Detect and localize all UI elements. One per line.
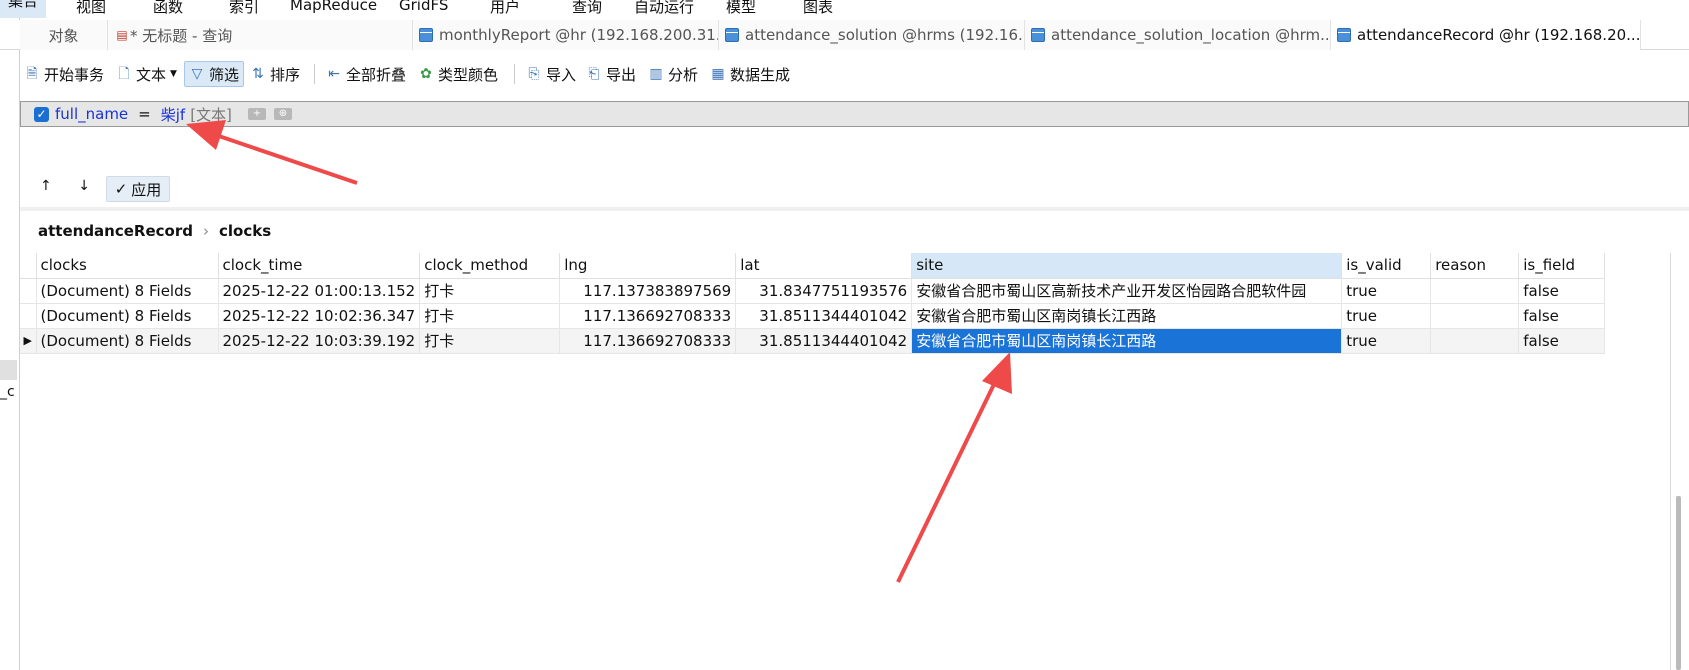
annotation-arrow-site	[896, 352, 1012, 583]
annotation-arrow-filter	[186, 120, 358, 185]
annotation-arrows	[186, 120, 1012, 583]
